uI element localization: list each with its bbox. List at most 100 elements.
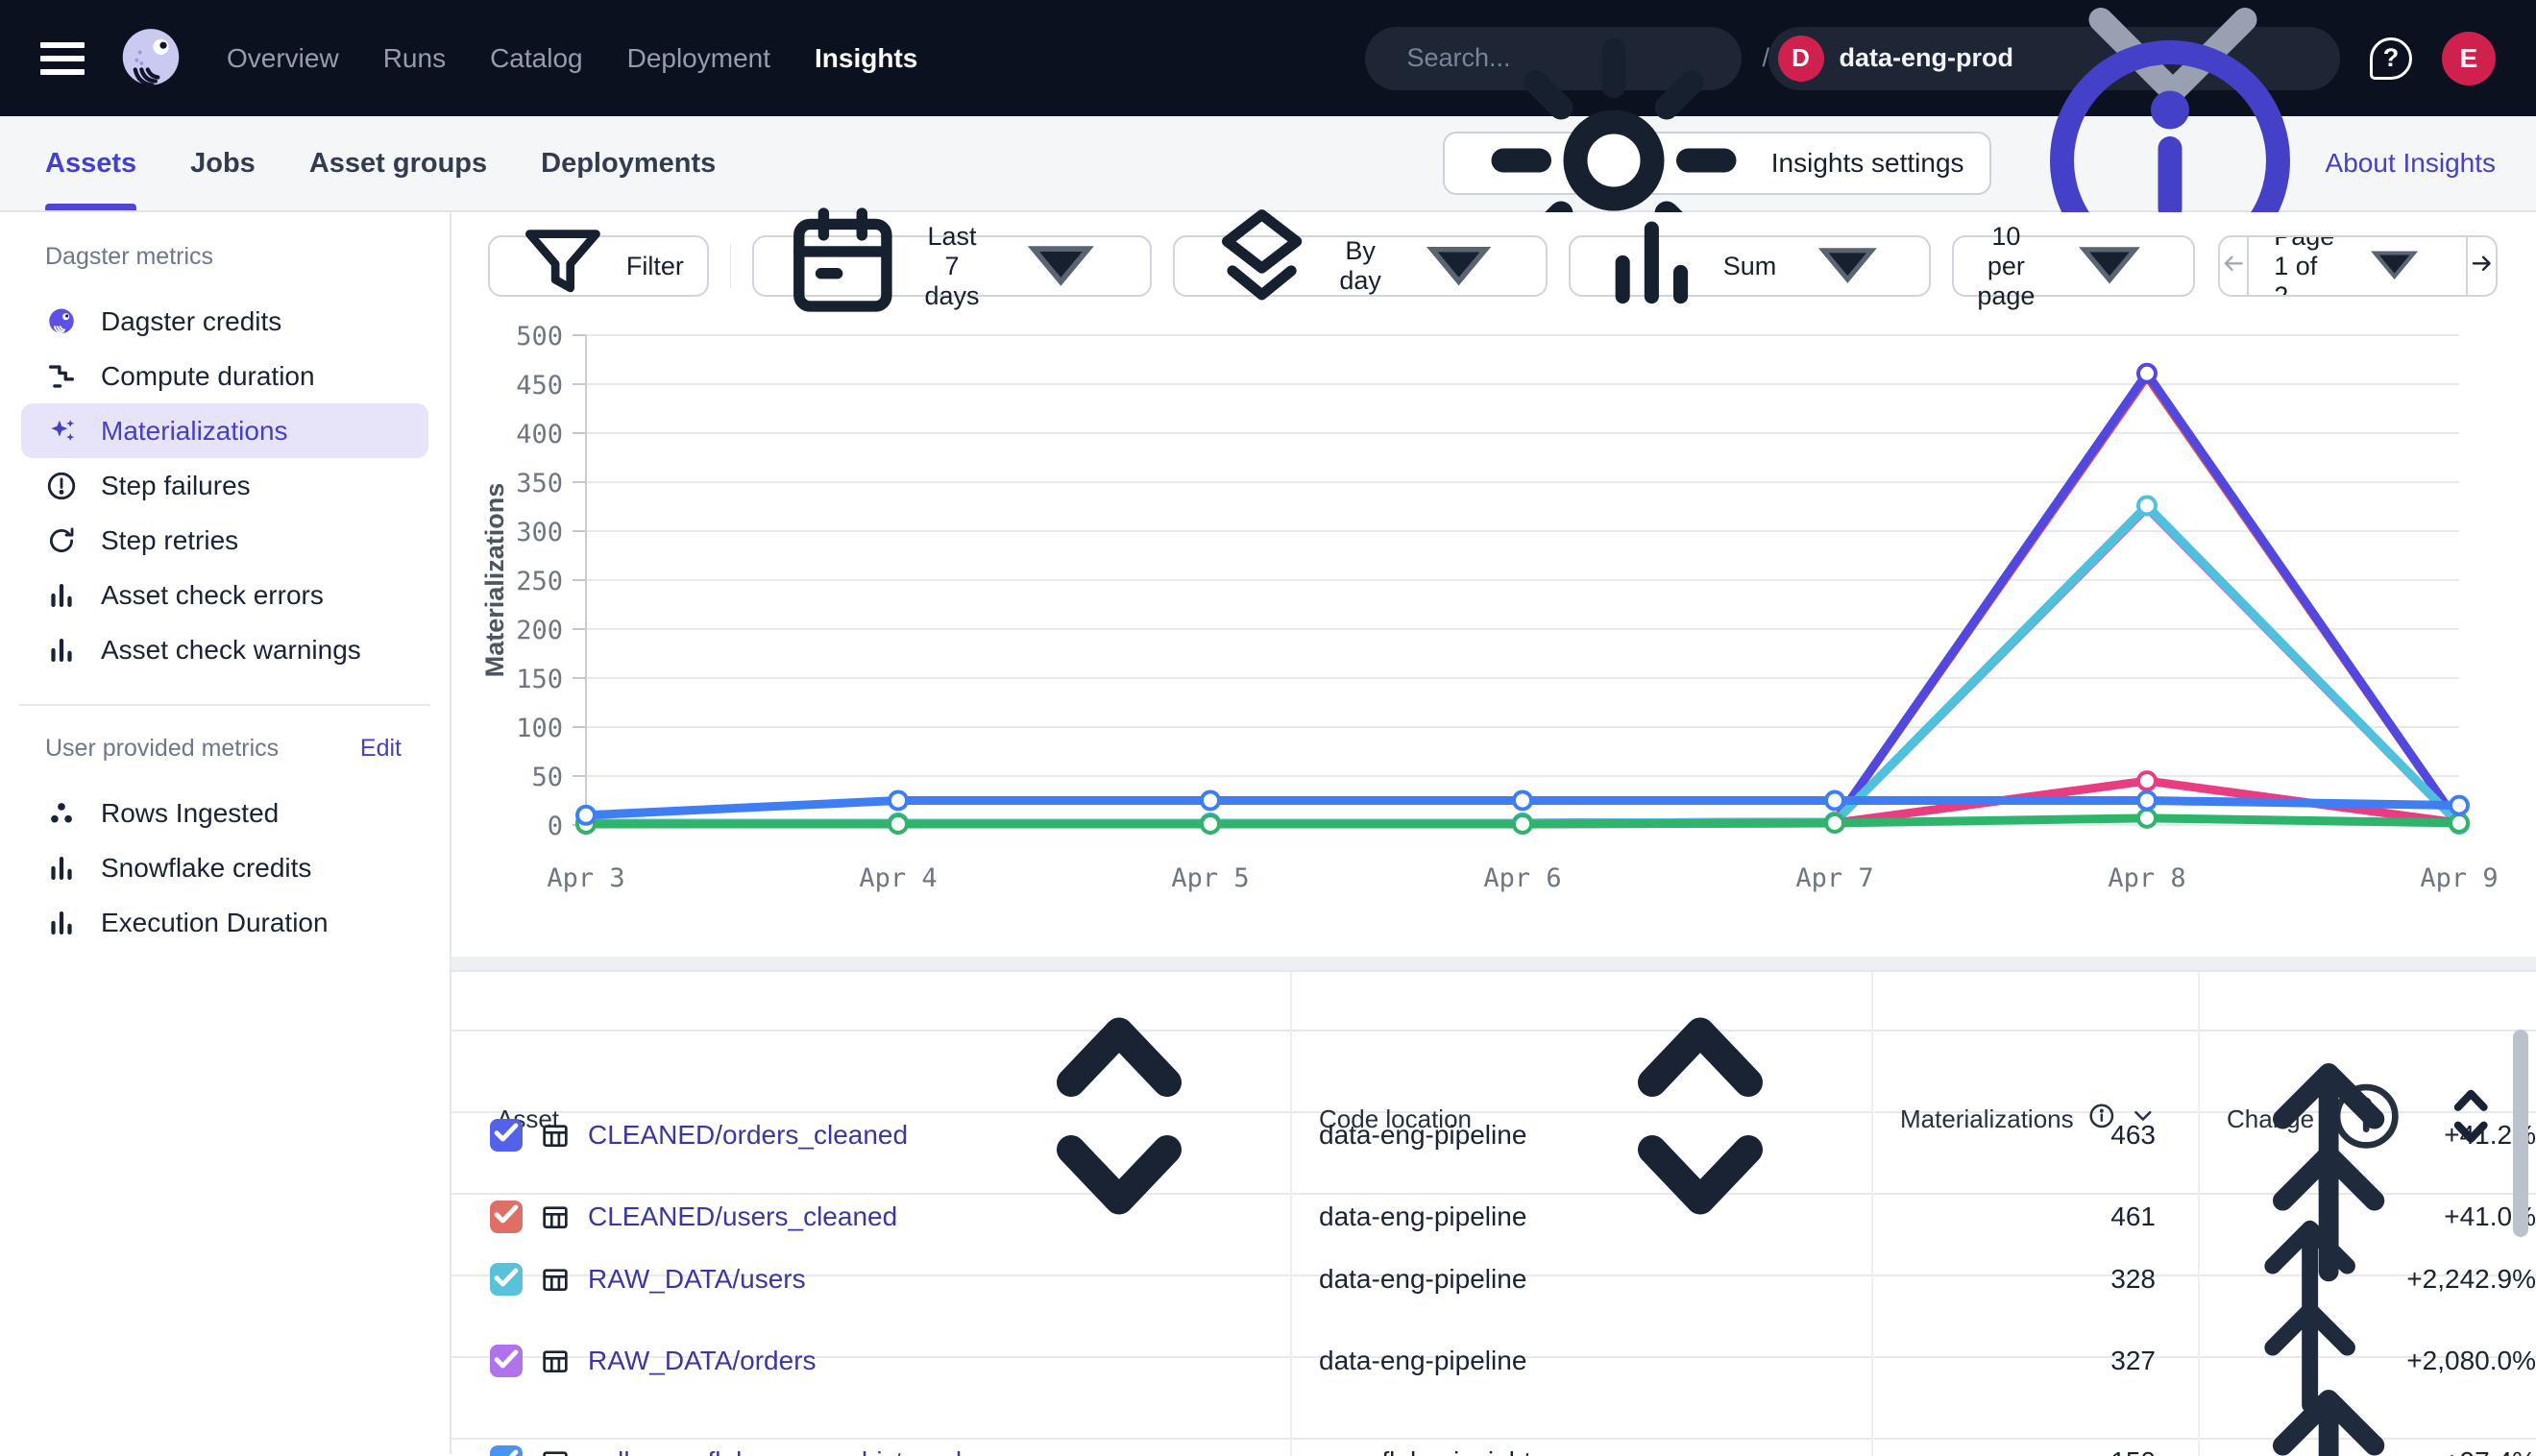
sidebar-item-label: Asset check errors bbox=[101, 580, 324, 611]
svg-text:50: 50 bbox=[531, 763, 563, 792]
sidebar-item-label: Step failures bbox=[101, 471, 251, 501]
metrics-sidebar: Dagster metrics Dagster credits Compute … bbox=[0, 212, 451, 1454]
org-name: data-eng-prod bbox=[1840, 43, 2014, 73]
table-row: CLEANED/users_cleaned data-eng-pipeline … bbox=[451, 1113, 2536, 1195]
per-page-button[interactable]: 10 per page bbox=[1952, 235, 2195, 297]
edit-metrics-link[interactable]: Edit bbox=[360, 735, 402, 763]
svg-text:Materializations: Materializations bbox=[480, 483, 509, 678]
arrow-up-icon bbox=[2229, 1440, 2391, 1456]
caret-down-icon bbox=[1395, 199, 1523, 333]
sidebar-item-label: Execution Duration bbox=[101, 908, 329, 938]
assets-table: Asset Code location Materializations Cha… bbox=[451, 970, 2536, 1456]
svg-text:200: 200 bbox=[516, 616, 563, 645]
nav-item-deployment[interactable]: Deployment bbox=[627, 43, 770, 74]
primary-nav: Overview Runs Catalog Deployment Insights bbox=[227, 43, 917, 74]
svg-text:Apr 9: Apr 9 bbox=[2420, 863, 2498, 893]
tab-deployments[interactable]: Deployments bbox=[541, 116, 716, 210]
layers-icon bbox=[1198, 199, 1326, 333]
dagster-logo-icon[interactable] bbox=[113, 21, 188, 96]
svg-text:Apr 3: Apr 3 bbox=[547, 863, 624, 893]
sidebar-item-materializations[interactable]: Materializations bbox=[21, 403, 428, 458]
menu-icon[interactable] bbox=[40, 42, 85, 75]
svg-text:Apr 6: Apr 6 bbox=[1483, 863, 1561, 893]
chart-toolbar: Filter Last 7 days By day Sum 10 per pag bbox=[451, 212, 2536, 312]
materializations-cell: 47 bbox=[1873, 1440, 2200, 1456]
table-row: CLEANED/orders_cleaned data-eng-pipeline… bbox=[451, 1031, 2536, 1113]
filter-button[interactable]: Filter bbox=[488, 235, 709, 297]
org-avatar: D bbox=[1778, 36, 1824, 82]
refresh-icon bbox=[45, 524, 78, 557]
caret-down-icon bbox=[1790, 205, 1906, 328]
arrow-right-icon bbox=[2468, 250, 2496, 282]
sidebar-item-step-failures[interactable]: Step failures bbox=[0, 458, 450, 513]
dots-icon bbox=[45, 797, 78, 830]
svg-text:100: 100 bbox=[516, 714, 563, 743]
svg-text:500: 500 bbox=[516, 322, 563, 352]
sidebar-item-label: Asset check warnings bbox=[101, 635, 361, 666]
svg-text:300: 300 bbox=[516, 518, 563, 547]
alert-circle-icon bbox=[45, 470, 78, 502]
filter-icon bbox=[513, 213, 613, 320]
table-row: RAW_DATA/users data-eng-pipeline 328 +2,… bbox=[451, 1195, 2536, 1276]
sidebar-item-rows-ingested[interactable]: Rows Ingested bbox=[0, 786, 450, 840]
bars-icon bbox=[45, 907, 78, 939]
sidebar-item-execution-duration[interactable]: Execution Duration bbox=[0, 895, 450, 950]
date-range-button[interactable]: Last 7 days bbox=[752, 235, 1152, 297]
code-location-cell: data-eng-pipeline bbox=[1292, 1440, 1873, 1456]
tab-assets[interactable]: Assets bbox=[45, 116, 136, 210]
svg-text:Apr 4: Apr 4 bbox=[859, 863, 937, 893]
materializations-chart: 0 50 100 150 200 250 300 350 400 450 500 Apr 3 Apr 4… bbox=[451, 312, 2536, 957]
svg-text:250: 250 bbox=[516, 567, 563, 596]
svg-text:0: 0 bbox=[548, 812, 563, 841]
sparkles-icon bbox=[45, 415, 78, 448]
table-body: CLEANED/orders_cleaned data-eng-pipeline… bbox=[451, 1031, 2536, 1456]
sidebar-item-dagster-credits[interactable]: Dagster credits bbox=[0, 294, 450, 349]
tab-asset-groups[interactable]: Asset groups bbox=[309, 116, 487, 210]
bar-chart-icon bbox=[1594, 205, 1710, 328]
sidebar-item-snowflake-credits[interactable]: Snowflake credits bbox=[0, 840, 450, 895]
insights-settings-button[interactable]: Insights settings bbox=[1443, 132, 1991, 195]
tab-jobs[interactable]: Jobs bbox=[190, 116, 256, 210]
svg-text:450: 450 bbox=[516, 371, 563, 400]
svg-text:400: 400 bbox=[516, 420, 563, 449]
nav-item-catalog[interactable]: Catalog bbox=[490, 43, 583, 74]
sidebar-section-title: User provided metrics bbox=[45, 735, 279, 763]
svg-text:150: 150 bbox=[516, 665, 563, 694]
sidebar-item-compute-duration[interactable]: Compute duration bbox=[0, 349, 450, 403]
svg-text:Apr 8: Apr 8 bbox=[2108, 863, 2185, 893]
svg-text:350: 350 bbox=[516, 469, 563, 498]
sidebar-item-step-retries[interactable]: Step retries bbox=[0, 513, 450, 568]
next-page-button[interactable] bbox=[2468, 237, 2496, 295]
calendar-icon bbox=[777, 197, 909, 335]
sidebar-section-title: Dagster metrics bbox=[45, 243, 213, 271]
subnav-tabs: Assets Jobs Asset groups Deployments bbox=[45, 116, 716, 210]
pagination: Page 1 of 2 bbox=[2218, 235, 2498, 297]
table-scrollbar[interactable] bbox=[2513, 1030, 2528, 1237]
svg-text:Apr 7: Apr 7 bbox=[1795, 863, 1873, 893]
sidebar-item-label: Materializations bbox=[101, 416, 288, 447]
sidebar-item-label: Compute duration bbox=[101, 361, 315, 392]
prev-page-button[interactable] bbox=[2220, 237, 2248, 295]
table-header: Asset Code location Materializations Cha… bbox=[451, 972, 2536, 1031]
aggregation-button[interactable]: Sum bbox=[1569, 235, 1931, 297]
svg-text:Apr 5: Apr 5 bbox=[1171, 863, 1249, 893]
toolbar-divider bbox=[730, 244, 731, 288]
bars-icon bbox=[45, 852, 78, 885]
sidebar-item-asset-check-warnings[interactable]: Asset check warnings bbox=[0, 622, 450, 677]
nav-item-runs[interactable]: Runs bbox=[383, 43, 446, 74]
octopus-icon bbox=[45, 305, 78, 338]
sidebar-item-label: Rows Ingested bbox=[101, 798, 279, 829]
change-cell: +1,000.0% bbox=[2200, 1440, 2536, 1456]
timer-icon bbox=[45, 360, 78, 393]
sidebar-item-label: Dagster credits bbox=[101, 306, 281, 337]
table-row: RAW_DATA/orders data-eng-pipeline 327 +2… bbox=[451, 1276, 2536, 1358]
caret-down-icon bbox=[995, 197, 1127, 335]
bars-icon bbox=[45, 634, 78, 667]
page-select[interactable]: Page 1 of 2 bbox=[2247, 237, 2468, 295]
nav-item-overview[interactable]: Overview bbox=[227, 43, 339, 74]
granularity-button[interactable]: By day bbox=[1173, 235, 1548, 297]
table-gap bbox=[451, 957, 2536, 970]
sidebar-item-label: Step retries bbox=[101, 525, 238, 556]
sidebar-item-asset-check-errors[interactable]: Asset check errors bbox=[0, 568, 450, 622]
nav-item-insights[interactable]: Insights bbox=[815, 43, 917, 74]
